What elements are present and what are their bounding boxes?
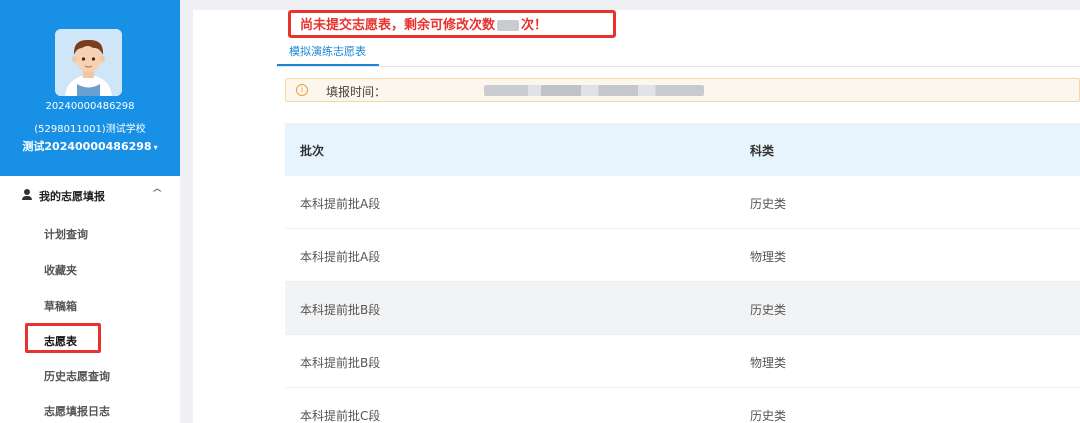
table-row[interactable]: 本科提前批A段 历史类: [285, 176, 1080, 229]
tab-simulation-form[interactable]: 模拟演练志愿表: [289, 43, 366, 59]
cell-category: 历史类: [750, 409, 787, 423]
table-row[interactable]: 本科提前批B段 物理类: [285, 335, 1080, 388]
cell-batch: 本科提前批A段: [300, 197, 381, 211]
column-header-category: 科类: [750, 144, 775, 158]
chevron-up-icon: ^: [151, 188, 164, 199]
fill-time-label: 填报时间：: [326, 85, 387, 99]
cell-category: 物理类: [750, 356, 787, 370]
person-icon: [22, 189, 32, 200]
avatar[interactable]: [55, 29, 122, 96]
table-row[interactable]: 本科提前批A段 物理类: [285, 229, 1080, 282]
notice-text-suffix: 次！: [521, 18, 548, 33]
table-header: 批次 科类: [285, 123, 1080, 176]
user-profile-panel: 20240000486298 (5298011001)测试学校 测试202400…: [0, 0, 180, 176]
column-header-batch: 批次: [300, 144, 325, 158]
cell-batch: 本科提前批C段: [300, 409, 381, 423]
table-row[interactable]: 本科提前批C段 历史类: [285, 388, 1080, 423]
user-dropdown[interactable]: 测试20240000486298 ▾: [0, 138, 180, 154]
sidebar: 20240000486298 (5298011001)测试学校 测试202400…: [0, 0, 180, 423]
cell-batch: 本科提前批B段: [300, 356, 381, 370]
sidebar-item-application-log[interactable]: 志愿填报日志: [44, 403, 110, 419]
sidebar-item-history-query[interactable]: 历史志愿查询: [44, 368, 110, 384]
redacted-fill-time: [484, 85, 704, 96]
cell-category: 历史类: [750, 303, 787, 317]
table-row[interactable]: 本科提前批B段 历史类: [285, 282, 1080, 335]
user-display-name: 测试20240000486298: [22, 140, 152, 153]
sidebar-item-favorites[interactable]: 收藏夹: [44, 262, 77, 278]
cell-batch: 本科提前批A段: [300, 250, 381, 264]
user-id: 20240000486298: [45, 101, 135, 112]
tab-divider: [277, 66, 1080, 67]
info-icon: i: [296, 84, 308, 96]
highlight-box-active-item: [25, 323, 101, 353]
main-panel: 尚未提交志愿表，剩余可修改次数 次！ 模拟演练志愿表 i 填报时间： 批次 科类 …: [193, 10, 1080, 423]
cell-batch: 本科提前批B段: [300, 303, 381, 317]
cell-category: 历史类: [750, 197, 787, 211]
menu-group-label: 我的志愿填报: [39, 190, 105, 203]
menu-group-my-application[interactable]: 我的志愿填报 ^: [0, 176, 180, 216]
cell-category: 物理类: [750, 250, 787, 264]
school-name: (5298011001)测试学校: [34, 124, 146, 135]
sidebar-item-plan-query[interactable]: 计划查询: [44, 226, 88, 242]
avatar-image: [55, 29, 122, 96]
fill-time-alert: i 填报时间：: [285, 78, 1080, 102]
notice-text-prefix: 尚未提交志愿表，剩余可修改次数: [300, 18, 496, 33]
redacted-count: [497, 20, 520, 31]
caret-down-icon: ▾: [153, 143, 158, 152]
sidebar-item-drafts[interactable]: 草稿箱: [44, 298, 77, 314]
submission-notice: 尚未提交志愿表，剩余可修改次数 次！: [288, 10, 616, 38]
